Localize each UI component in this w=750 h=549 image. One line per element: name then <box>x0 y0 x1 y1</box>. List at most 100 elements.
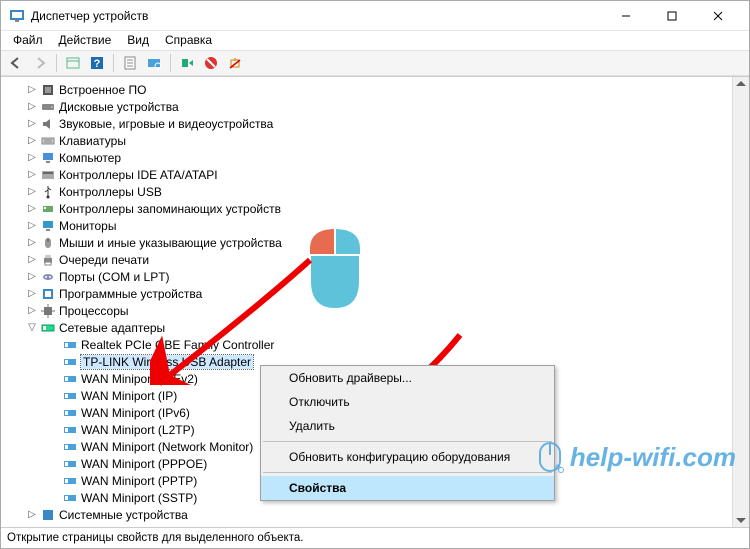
category-icon <box>40 218 56 234</box>
tree-node-label: Звуковые, игровые и видеоустройства <box>59 117 273 131</box>
toolbar-back-button[interactable] <box>5 52 27 74</box>
tree-leaf-label: Realtek PCIe GBE Family Controller <box>81 338 274 352</box>
svg-text:?: ? <box>94 58 101 70</box>
tree-node[interactable]: ▷ Контроллеры IDE ATA/ATAPI <box>3 166 730 183</box>
tree-node-label: Контроллеры USB <box>59 185 162 199</box>
category-icon <box>40 269 56 285</box>
tree-node[interactable]: ▷Встроенное ПО <box>3 81 730 98</box>
chevron-right-icon[interactable]: ▷ <box>25 101 39 112</box>
chevron-right-icon[interactable]: ▷ <box>25 186 39 197</box>
adapter-icon <box>62 405 78 421</box>
context-menu-item[interactable]: Свойства <box>261 476 554 500</box>
toolbar-separator <box>170 54 171 72</box>
menubar: Файл Действие Вид Справка <box>1 31 749 50</box>
tree-node-label: Порты (COM и LPT) <box>59 270 170 284</box>
chevron-right-icon[interactable]: ▷ <box>25 509 39 520</box>
toolbar-forward-button[interactable] <box>29 52 51 74</box>
category-icon <box>40 201 56 217</box>
chevron-right-icon[interactable]: ▷ <box>25 220 39 231</box>
chevron-right-icon[interactable]: ▷ <box>25 305 39 316</box>
menu-action[interactable]: Действие <box>51 31 120 49</box>
category-icon <box>40 286 56 302</box>
toolbar-update-driver-button[interactable] <box>176 52 198 74</box>
tree-node-label: Контроллеры запоминающих устройств <box>59 202 281 216</box>
category-icon <box>40 150 56 166</box>
tree-node-label: Компьютер <box>59 151 121 165</box>
toolbar-uninstall-button[interactable] <box>224 52 246 74</box>
chevron-right-icon[interactable]: ▷ <box>25 237 39 248</box>
menu-file[interactable]: Файл <box>5 31 51 49</box>
category-icon <box>40 116 56 132</box>
chevron-right-icon[interactable]: ▷ <box>25 118 39 129</box>
statusbar: Открытие страницы свойств для выделенног… <box>1 527 749 548</box>
tree-leaf-label: WAN Miniport (SSTP) <box>81 491 197 505</box>
chevron-down-icon[interactable]: ▽ <box>25 322 39 333</box>
tree-node-label: Системные устройства <box>59 508 188 522</box>
watermark-text: help-wifi.com <box>570 442 736 473</box>
maximize-button[interactable] <box>649 1 695 31</box>
category-icon <box>40 507 56 523</box>
tree-node-label: Очереди печати <box>59 253 149 267</box>
category-icon <box>40 82 56 98</box>
chevron-right-icon[interactable]: ▷ <box>25 169 39 180</box>
chevron-right-icon[interactable]: ▷ <box>25 152 39 163</box>
app-icon <box>9 8 25 24</box>
tree-node-label: Процессоры <box>59 304 129 318</box>
tree-node-label: Контроллеры IDE ATA/ATAPI <box>59 168 218 182</box>
tree-leaf-label: WAN Miniport (PPPOE) <box>81 457 207 471</box>
tree-node[interactable]: ▷ Компьютер <box>3 149 730 166</box>
window-controls <box>603 1 741 31</box>
tree-node[interactable]: ▷ Контроллеры USB <box>3 183 730 200</box>
chevron-right-icon[interactable]: ▷ <box>25 288 39 299</box>
toolbar-separator <box>113 54 114 72</box>
category-icon <box>40 167 56 183</box>
tree-node-label: Мыши и иные указывающие устройства <box>59 236 282 250</box>
context-menu: Обновить драйверы...ОтключитьУдалить Обно… <box>260 365 555 501</box>
adapter-icon <box>62 371 78 387</box>
tree-node[interactable]: ▷ Клавиатуры <box>3 132 730 149</box>
context-menu-item[interactable]: Отключить <box>261 390 554 414</box>
minimize-button[interactable] <box>603 1 649 31</box>
adapter-icon <box>62 354 78 370</box>
tree-leaf[interactable]: Realtek PCIe GBE Family Controller <box>3 336 730 353</box>
mouse-illustration <box>300 225 370 316</box>
tree-node-label: Сетевые адаптеры <box>59 321 165 335</box>
tree-leaf-label: TP-LINK Wireless USB Adapter <box>81 355 253 369</box>
menu-view[interactable]: Вид <box>119 31 157 49</box>
window-title: Диспетчер устройств <box>31 9 603 23</box>
chevron-right-icon[interactable]: ▷ <box>25 254 39 265</box>
tree-leaf-label: WAN Miniport (IPv6) <box>81 406 190 420</box>
toolbar-disable-button[interactable] <box>200 52 222 74</box>
tree-node[interactable]: ▷ Звуковые, игровые и видеоустройства <box>3 115 730 132</box>
context-menu-item[interactable]: Обновить конфигурацию оборудования <box>261 445 554 469</box>
adapter-icon <box>62 439 78 455</box>
chevron-right-icon[interactable]: ▷ <box>25 271 39 282</box>
toolbar-separator <box>56 54 57 72</box>
close-button[interactable] <box>695 1 741 31</box>
chevron-right-icon[interactable]: ▷ <box>25 84 39 95</box>
context-menu-item[interactable]: Обновить драйверы... <box>261 366 554 390</box>
tree-leaf-label: WAN Miniport (IP) <box>81 389 177 403</box>
toolbar-help-button[interactable]: ? <box>86 52 108 74</box>
tree-node-label: Мониторы <box>59 219 116 233</box>
tree-leaf-label: WAN Miniport (IKEv2) <box>81 372 198 386</box>
tree-node[interactable]: ▷ Контроллеры запоминающих устройств <box>3 200 730 217</box>
toolbar-show-hidden-button[interactable] <box>62 52 84 74</box>
category-icon <box>40 99 56 115</box>
tree-node-network-adapters[interactable]: ▽ Сетевые адаптеры <box>3 319 730 336</box>
toolbar: ? <box>1 50 749 76</box>
toolbar-scan-hardware-button[interactable] <box>143 52 165 74</box>
adapter-icon <box>62 337 78 353</box>
category-icon <box>40 184 56 200</box>
tree-node[interactable]: ▷ Дисковые устройства <box>3 98 730 115</box>
chevron-right-icon[interactable]: ▷ <box>25 203 39 214</box>
tree-node-label: Клавиатуры <box>59 134 126 148</box>
tree-node-label: Дисковые устройства <box>59 100 179 114</box>
toolbar-properties-button[interactable] <box>119 52 141 74</box>
chevron-right-icon[interactable]: ▷ <box>25 135 39 146</box>
context-menu-item[interactable]: Удалить <box>261 414 554 438</box>
menu-help[interactable]: Справка <box>157 31 220 49</box>
tree-leaf-label: WAN Miniport (PPTP) <box>81 474 197 488</box>
adapter-icon <box>62 490 78 506</box>
tree-node[interactable]: ▷ Системные устройства <box>3 506 730 523</box>
